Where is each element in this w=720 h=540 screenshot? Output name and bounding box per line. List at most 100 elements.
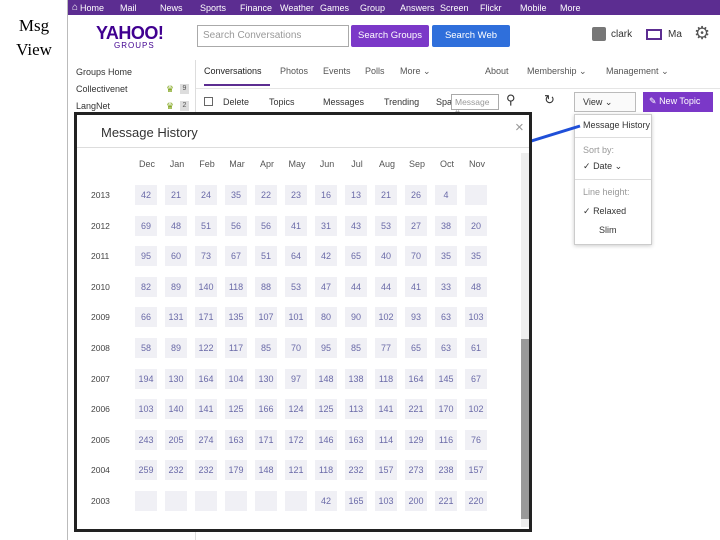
- month-count-cell[interactable]: 51: [195, 215, 217, 236]
- month-count-cell[interactable]: 80: [315, 307, 337, 328]
- month-count-cell[interactable]: 103: [135, 399, 157, 420]
- gear-icon[interactable]: ⚙: [694, 24, 710, 42]
- sidebar-item-langnet[interactable]: LangNet: [76, 101, 110, 111]
- month-count-cell[interactable]: 20: [465, 215, 487, 236]
- month-count-cell[interactable]: 70: [285, 338, 307, 358]
- spam-button[interactable]: Spa: [436, 97, 452, 107]
- month-count-cell[interactable]: 179: [225, 460, 247, 481]
- month-count-cell[interactable]: 44: [375, 276, 397, 297]
- month-count-cell[interactable]: 66: [135, 307, 157, 328]
- month-count-cell[interactable]: 194: [135, 368, 157, 389]
- month-count-cell[interactable]: 163: [225, 429, 247, 450]
- month-count-cell[interactable]: 113: [345, 399, 367, 420]
- search-groups-button[interactable]: Search Groups: [351, 25, 429, 47]
- month-count-cell[interactable]: 44: [345, 276, 367, 297]
- month-count-cell[interactable]: 274: [195, 429, 217, 450]
- month-count-cell[interactable]: 103: [465, 307, 487, 328]
- month-count-cell[interactable]: 157: [375, 460, 397, 481]
- top-nav-weather[interactable]: Weather: [280, 3, 320, 13]
- month-count-cell[interactable]: 35: [435, 246, 457, 267]
- month-count-cell[interactable]: 41: [405, 276, 427, 297]
- tab-photos[interactable]: Photos: [280, 66, 308, 76]
- month-count-cell[interactable]: 89: [165, 338, 187, 358]
- month-count-cell[interactable]: 23: [285, 185, 307, 205]
- month-count-cell[interactable]: 135: [225, 307, 247, 328]
- month-count-cell[interactable]: 40: [375, 246, 397, 267]
- month-count-cell[interactable]: 95: [135, 246, 157, 267]
- month-count-cell[interactable]: 42: [315, 491, 337, 511]
- month-count-cell[interactable]: 117: [225, 338, 247, 358]
- month-count-cell[interactable]: 95: [315, 338, 337, 358]
- month-count-cell[interactable]: 200: [405, 491, 427, 511]
- search-web-button[interactable]: Search Web: [432, 25, 510, 47]
- month-count-cell[interactable]: 205: [165, 429, 187, 450]
- month-count-cell[interactable]: 171: [195, 307, 217, 328]
- top-nav-games[interactable]: Games: [320, 3, 360, 13]
- tab-more[interactable]: More ⌄: [400, 66, 431, 77]
- month-count-cell[interactable]: 157: [465, 460, 487, 481]
- month-count-cell[interactable]: 141: [195, 399, 217, 420]
- month-count-cell[interactable]: 53: [375, 215, 397, 236]
- month-count-cell[interactable]: 102: [375, 307, 397, 328]
- month-count-cell[interactable]: 63: [435, 338, 457, 358]
- month-count-cell[interactable]: 138: [345, 368, 367, 389]
- month-count-cell[interactable]: 129: [405, 429, 427, 450]
- month-count-cell[interactable]: 118: [225, 276, 247, 297]
- month-count-cell[interactable]: 53: [285, 276, 307, 297]
- month-count-cell[interactable]: 85: [255, 338, 277, 358]
- month-count-cell[interactable]: 148: [315, 368, 337, 389]
- month-count-cell[interactable]: 140: [195, 276, 217, 297]
- refresh-icon[interactable]: ↻: [544, 92, 555, 108]
- month-count-cell[interactable]: 116: [435, 429, 457, 450]
- view-dropdown-button[interactable]: View ⌄: [574, 92, 636, 112]
- month-count-cell[interactable]: 65: [345, 246, 367, 267]
- top-nav-mail[interactable]: Mail: [120, 3, 160, 13]
- month-count-cell[interactable]: 90: [345, 307, 367, 328]
- month-count-cell[interactable]: 102: [465, 399, 487, 420]
- message-number-input[interactable]: Message #: [451, 94, 499, 117]
- month-count-cell[interactable]: 51: [255, 246, 277, 267]
- home-icon[interactable]: ⌂: [72, 2, 78, 13]
- month-count-cell[interactable]: 164: [195, 368, 217, 389]
- month-count-cell[interactable]: 131: [165, 307, 187, 328]
- yahoo-groups-logo[interactable]: YAHOO!: [96, 24, 164, 42]
- month-count-cell[interactable]: 118: [375, 368, 397, 389]
- month-count-cell[interactable]: 170: [435, 399, 457, 420]
- menu-item-sort-date[interactable]: ✓ Date ⌄: [583, 161, 622, 172]
- select-all-checkbox[interactable]: [204, 97, 213, 106]
- month-count-cell[interactable]: 148: [255, 460, 277, 481]
- month-count-cell[interactable]: 16: [315, 185, 337, 205]
- month-count-cell[interactable]: 125: [315, 399, 337, 420]
- month-count-cell[interactable]: 43: [345, 215, 367, 236]
- user-name[interactable]: clark: [611, 29, 632, 40]
- month-count-cell[interactable]: 122: [195, 338, 217, 358]
- sidebar-item-collectivenet[interactable]: Collectivenet: [76, 84, 128, 94]
- month-count-cell[interactable]: 103: [375, 491, 397, 511]
- month-count-cell[interactable]: 35: [465, 246, 487, 267]
- month-count-cell[interactable]: 41: [285, 215, 307, 236]
- month-count-cell[interactable]: 64: [285, 246, 307, 267]
- month-count-cell[interactable]: 42: [135, 185, 157, 205]
- month-count-cell[interactable]: 21: [375, 185, 397, 205]
- top-nav-group[interactable]: Group: [360, 3, 400, 13]
- month-count-cell[interactable]: 21: [165, 185, 187, 205]
- month-count-cell[interactable]: 48: [165, 215, 187, 236]
- search-icon[interactable]: ⚲: [506, 92, 516, 108]
- month-count-cell[interactable]: 114: [375, 429, 397, 450]
- top-nav-more[interactable]: More: [560, 3, 600, 13]
- month-count-cell[interactable]: 61: [465, 338, 487, 358]
- month-count-cell[interactable]: 125: [225, 399, 247, 420]
- month-count-cell[interactable]: 165: [345, 491, 367, 511]
- month-count-cell[interactable]: 93: [405, 307, 427, 328]
- month-count-cell[interactable]: 243: [135, 429, 157, 450]
- month-count-cell[interactable]: 130: [255, 368, 277, 389]
- sidebar-item-groups-home[interactable]: Groups Home: [76, 67, 132, 77]
- month-count-cell[interactable]: 104: [225, 368, 247, 389]
- month-count-cell[interactable]: 145: [435, 368, 457, 389]
- modal-scrollbar-thumb[interactable]: [521, 339, 529, 519]
- top-nav-finance[interactable]: Finance: [240, 3, 280, 13]
- tab-polls[interactable]: Polls: [365, 66, 385, 76]
- month-count-cell[interactable]: 58: [135, 338, 157, 358]
- month-count-cell[interactable]: 31: [315, 215, 337, 236]
- month-count-cell[interactable]: 130: [165, 368, 187, 389]
